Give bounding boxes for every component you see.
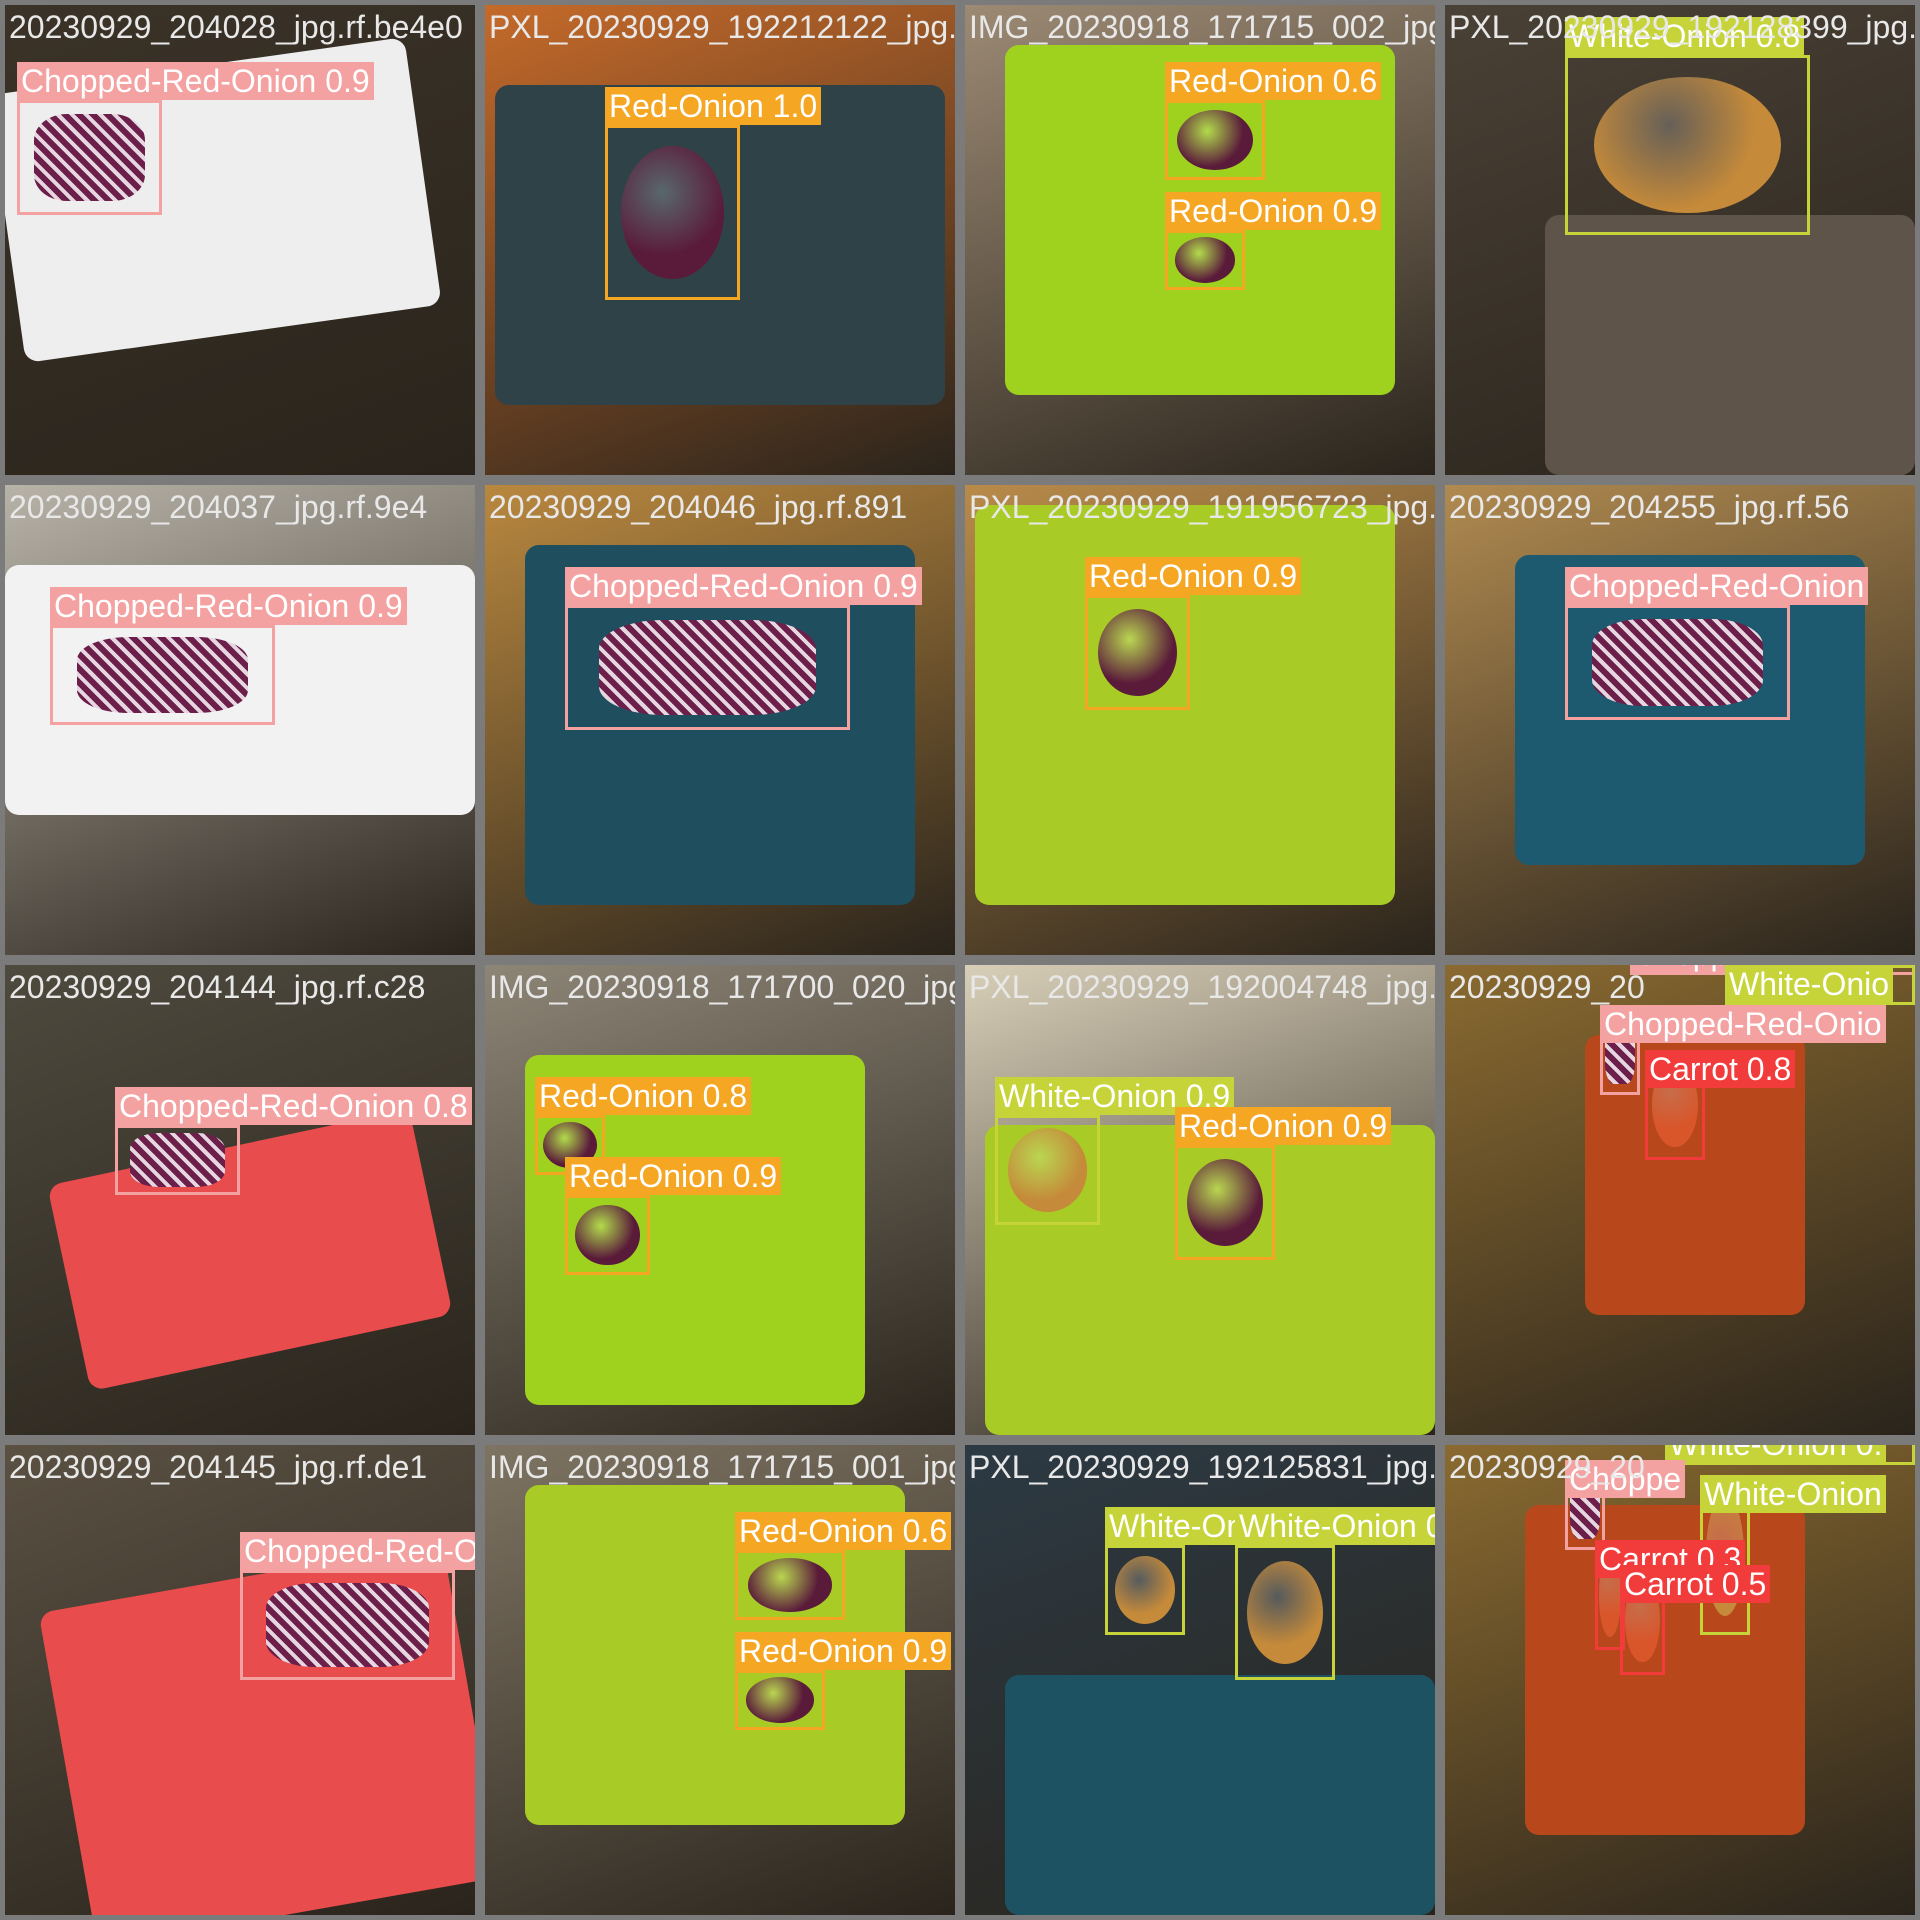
detection-label: Chopped-Red-Onion 0.9 [17,62,374,100]
image-filename: PXL_20230929_192125831_jpg.rf [969,1449,1440,1485]
detection-label: Red-Onion 0.6 [735,1512,952,1550]
detection-label: Red-Onion 0.6 [1165,62,1382,100]
image-filename: IMG_20230918_171700_020_jpg [489,969,960,1005]
bounding-box: Red-Onion 0.9 [565,1157,782,1275]
bounding-box: White-Onion 0.8 [1565,17,1810,235]
bounding-box: Chopped-Red-Onion 0.9 [50,587,407,725]
bounding-box: Red-Onion 1.0 [605,87,822,300]
detection-label: Carrot 0.5 [1620,1565,1771,1603]
image-filename: 20230929_204145_jpg.rf.de1 [9,1449,428,1485]
detection-label: Red-Onion 0.9 [1165,192,1382,230]
image-filename: PXL_20230929_191956723_jpg.rf [969,489,1440,525]
bounding-box: Red-Onion 0.9 [735,1632,952,1730]
image-tile: PXL_20230929_192128399_jpg.rf White-Onion… [1440,0,1920,480]
cutting-board [1005,1675,1435,1915]
image-filename: 20230929_204037_jpg.rf.9e4 [9,489,428,525]
image-filename: PXL_20230929_192128399_jpg.rf [1449,9,1920,45]
detection-label: Red-Onion 0.9 [1175,1107,1392,1145]
detection-label: Chopped-Red-Onion 0.8 [115,1087,472,1125]
image-filename: IMG_20230918_171715_002_jpg.rf.ab [969,9,1435,45]
image-tile: 20230929_20Chopped-Red-OnWhite-OnioChopp… [1440,960,1920,1440]
bounding-box: White-Onion 0. [1665,1445,1915,1465]
image-filename: 20230929_204046_jpg.rf.891 [489,489,908,525]
image-filename: 20230929_204028_jpg.rf.be4e0 [9,9,463,45]
image-tile: 20230929_204037_jpg.rf.9e4 Chopped-Red-On… [0,480,480,960]
detection-label: White-Onio [1725,965,1894,1003]
bounding-box: Chopped-Red-Onion 0.9 [565,567,922,730]
image-tile: PXL_20230929_192004748_jpg.rf White-Onion… [960,960,1440,1440]
image-filename: 20230929_20 [1449,969,1645,1005]
photo [1445,1445,1915,1915]
detection-label: Chopped-Red-Onion [1565,567,1869,605]
detection-label: Red-Onion 0.9 [565,1157,782,1195]
detection-label: Red-Onion 1.0 [605,87,822,125]
detection-label: Chopped-Red-Onio [1600,1005,1886,1043]
image-tile: 20230929_204046_jpg.rf.891 Chopped-Red-On… [480,480,960,960]
photo [5,1445,475,1915]
detection-label: White-Onion 0.9 [1235,1507,1435,1545]
image-filename: PXL_20230929_192212122_jpg.rf [489,9,960,45]
bounding-box: Chopped-Red-Onion 0.9 [240,1532,475,1680]
photo [5,965,475,1435]
image-filename: PXL_20230929_192004748_jpg.rf [969,969,1440,1005]
image-tile: 20230929_204144_jpg.rf.c28 Chopped-Red-On… [0,960,480,1440]
image-filename: 20230929_20 [1449,1449,1645,1485]
image-tile: IMG_20230918_171715_001_jpg Red-Onion 0.6… [480,1440,960,1920]
image-tile: IMG_20230918_171715_002_jpg.rf.ab Red-Oni… [960,0,1440,480]
cutting-board [47,1108,453,1392]
detection-label: White-Onion [1700,1475,1886,1513]
detection-label: Red-Onion 0.9 [735,1632,952,1670]
bounding-box: Carrot 0.8 [1645,1050,1796,1160]
image-tile: 20230929_204255_jpg.rf.56 Chopped-Red-Oni… [1440,480,1920,960]
image-tile: PXL_20230929_192212122_jpg.rf Red-Onion 1… [480,0,960,480]
detection-label: Red-Onion 0.8 [535,1077,752,1115]
bounding-box: Red-Onion 0.9 [1085,557,1302,710]
image-filename: 20230929_204144_jpg.rf.c28 [9,969,426,1005]
bounding-box: White-Onion 0.9 [995,1077,1235,1225]
image-tile: 20230929_204145_jpg.rf.de1 Chopped-Red-On… [0,1440,480,1920]
detection-label: Chopped-Red-Onion 0.9 [240,1532,475,1570]
detection-label: Carrot 0.8 [1645,1050,1796,1088]
image-filename: 20230929_204255_jpg.rf.56 [1449,489,1850,525]
bounding-box: Red-Onion 0.6 [1165,62,1382,180]
detection-label: Chopped-Red-Onion 0.9 [565,567,922,605]
bounding-box: Red-Onion 0.9 [1175,1107,1392,1260]
photo [485,965,955,1435]
bounding-box: Chopped-Red-Onion [1565,567,1869,720]
photo [1445,485,1915,955]
detection-label: White-Onion 0. [1665,1445,1887,1463]
detection-label: Chopped-Red-Onion 0.9 [50,587,407,625]
bounding-box: Chopped-Red-Onio [1600,1005,1886,1095]
image-tile: IMG_20230918_171700_020_jpg Red-Onion 0.8… [480,960,960,1440]
image-tile: 20230929_204028_jpg.rf.be4e0 Chopped-Red-… [0,0,480,480]
cutting-board [1545,215,1915,475]
bounding-box: Chopped-Red-Onion 0.8 [115,1087,472,1195]
photo [965,485,1435,955]
bounding-box: White-Onion 0.8 [1105,1507,1345,1635]
bounding-box: Carrot 0.5 [1620,1565,1771,1675]
bounding-box: Red-Onion 0.6 [735,1512,952,1620]
bounding-box: Chopped-Red-Onion 0.9 [17,62,374,215]
bounding-box: Red-Onion 0.9 [1165,192,1382,290]
bounding-box: White-Onio [1725,965,1915,1005]
image-tile: PXL_20230929_192125831_jpg.rf White-Onion… [960,1440,1440,1920]
detection-mosaic: 20230929_204028_jpg.rf.be4e0 Chopped-Red-… [0,0,1920,1920]
image-tile: PXL_20230929_191956723_jpg.rf Red-Onion 0… [960,480,1440,960]
image-tile: 20230929_20 White-Onion 0. Choppe White-Oni… [1440,1440,1920,1920]
bounding-box: White-Onion 0.9 [1235,1507,1435,1680]
detection-label: Red-Onion 0.9 [1085,557,1302,595]
image-filename: IMG_20230918_171715_001_jpg [489,1449,960,1485]
